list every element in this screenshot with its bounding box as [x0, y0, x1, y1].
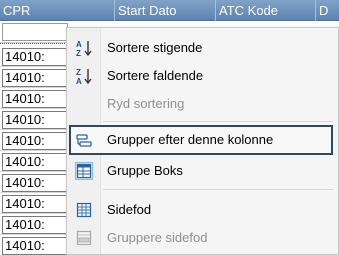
svg-text:Z: Z	[76, 68, 81, 77]
menu-item-label: Sortere faldende	[107, 68, 204, 83]
group-footer-icon	[75, 229, 93, 247]
cpr-cell[interactable]: 14010:	[2, 153, 68, 171]
sort-descending-icon: Z A	[75, 67, 93, 86]
group-box-icon	[75, 162, 93, 180]
cpr-cell[interactable]: 14010:	[2, 237, 68, 255]
menu-item-sort-ascending[interactable]: A Z Sortere stigende	[69, 35, 337, 61]
menu-item-group-box[interactable]: Gruppe Boks	[69, 158, 337, 184]
cpr-cell[interactable]: 14010:	[2, 48, 68, 66]
cpr-cell[interactable]: 14010:	[2, 216, 68, 234]
sort-ascending-icon: A Z	[75, 39, 93, 58]
menu-item-group-footer[interactable]: Gruppere sidefod	[69, 225, 337, 251]
footer-icon	[75, 201, 93, 219]
menu-item-label: Gruppere sidefod	[107, 230, 208, 245]
column-header-start-dato[interactable]: Start Dato	[115, 0, 216, 21]
menu-item-label: Sortere stigende	[107, 40, 203, 55]
cpr-filter-input[interactable]	[2, 23, 68, 41]
column-header-d[interactable]: D	[316, 0, 339, 21]
cpr-cell[interactable]: 14010:	[2, 132, 68, 150]
svg-text:A: A	[76, 77, 82, 85]
menu-item-label: Grupper efter denne kolonne	[107, 132, 274, 147]
menu-separator	[103, 121, 333, 122]
svg-text:Z: Z	[76, 49, 81, 57]
column-header-cpr[interactable]: CPR	[0, 0, 115, 21]
menu-item-group-by-column[interactable]: Grupper efter denne kolonne	[69, 125, 333, 155]
cpr-cell[interactable]: 14010:	[2, 69, 68, 87]
svg-text:A: A	[76, 40, 82, 49]
cpr-cell[interactable]: 14010:	[2, 111, 68, 129]
menu-item-label: Sidefod	[107, 202, 152, 217]
column-context-menu: A Z Sortere stigende Z A Sortere faldend…	[66, 27, 339, 255]
group-by-column-icon	[75, 132, 93, 150]
cpr-cell[interactable]: 14010:	[2, 195, 68, 213]
menu-separator	[103, 189, 333, 190]
cpr-cell[interactable]: 14010:	[2, 90, 68, 108]
menu-item-clear-sort[interactable]: Ryd sortering	[69, 91, 337, 117]
menu-item-label: Ryd sortering	[107, 96, 185, 111]
cpr-cell[interactable]: 14010:	[2, 174, 68, 192]
column-header-atc-kode[interactable]: ATC Kode	[216, 0, 316, 21]
grid-header: CPR Start Dato ATC Kode D	[0, 0, 339, 21]
menu-item-footer[interactable]: Sidefod	[69, 197, 337, 223]
menu-item-sort-descending[interactable]: Z A Sortere faldende	[69, 63, 337, 89]
menu-item-label: Gruppe Boks	[107, 163, 183, 178]
